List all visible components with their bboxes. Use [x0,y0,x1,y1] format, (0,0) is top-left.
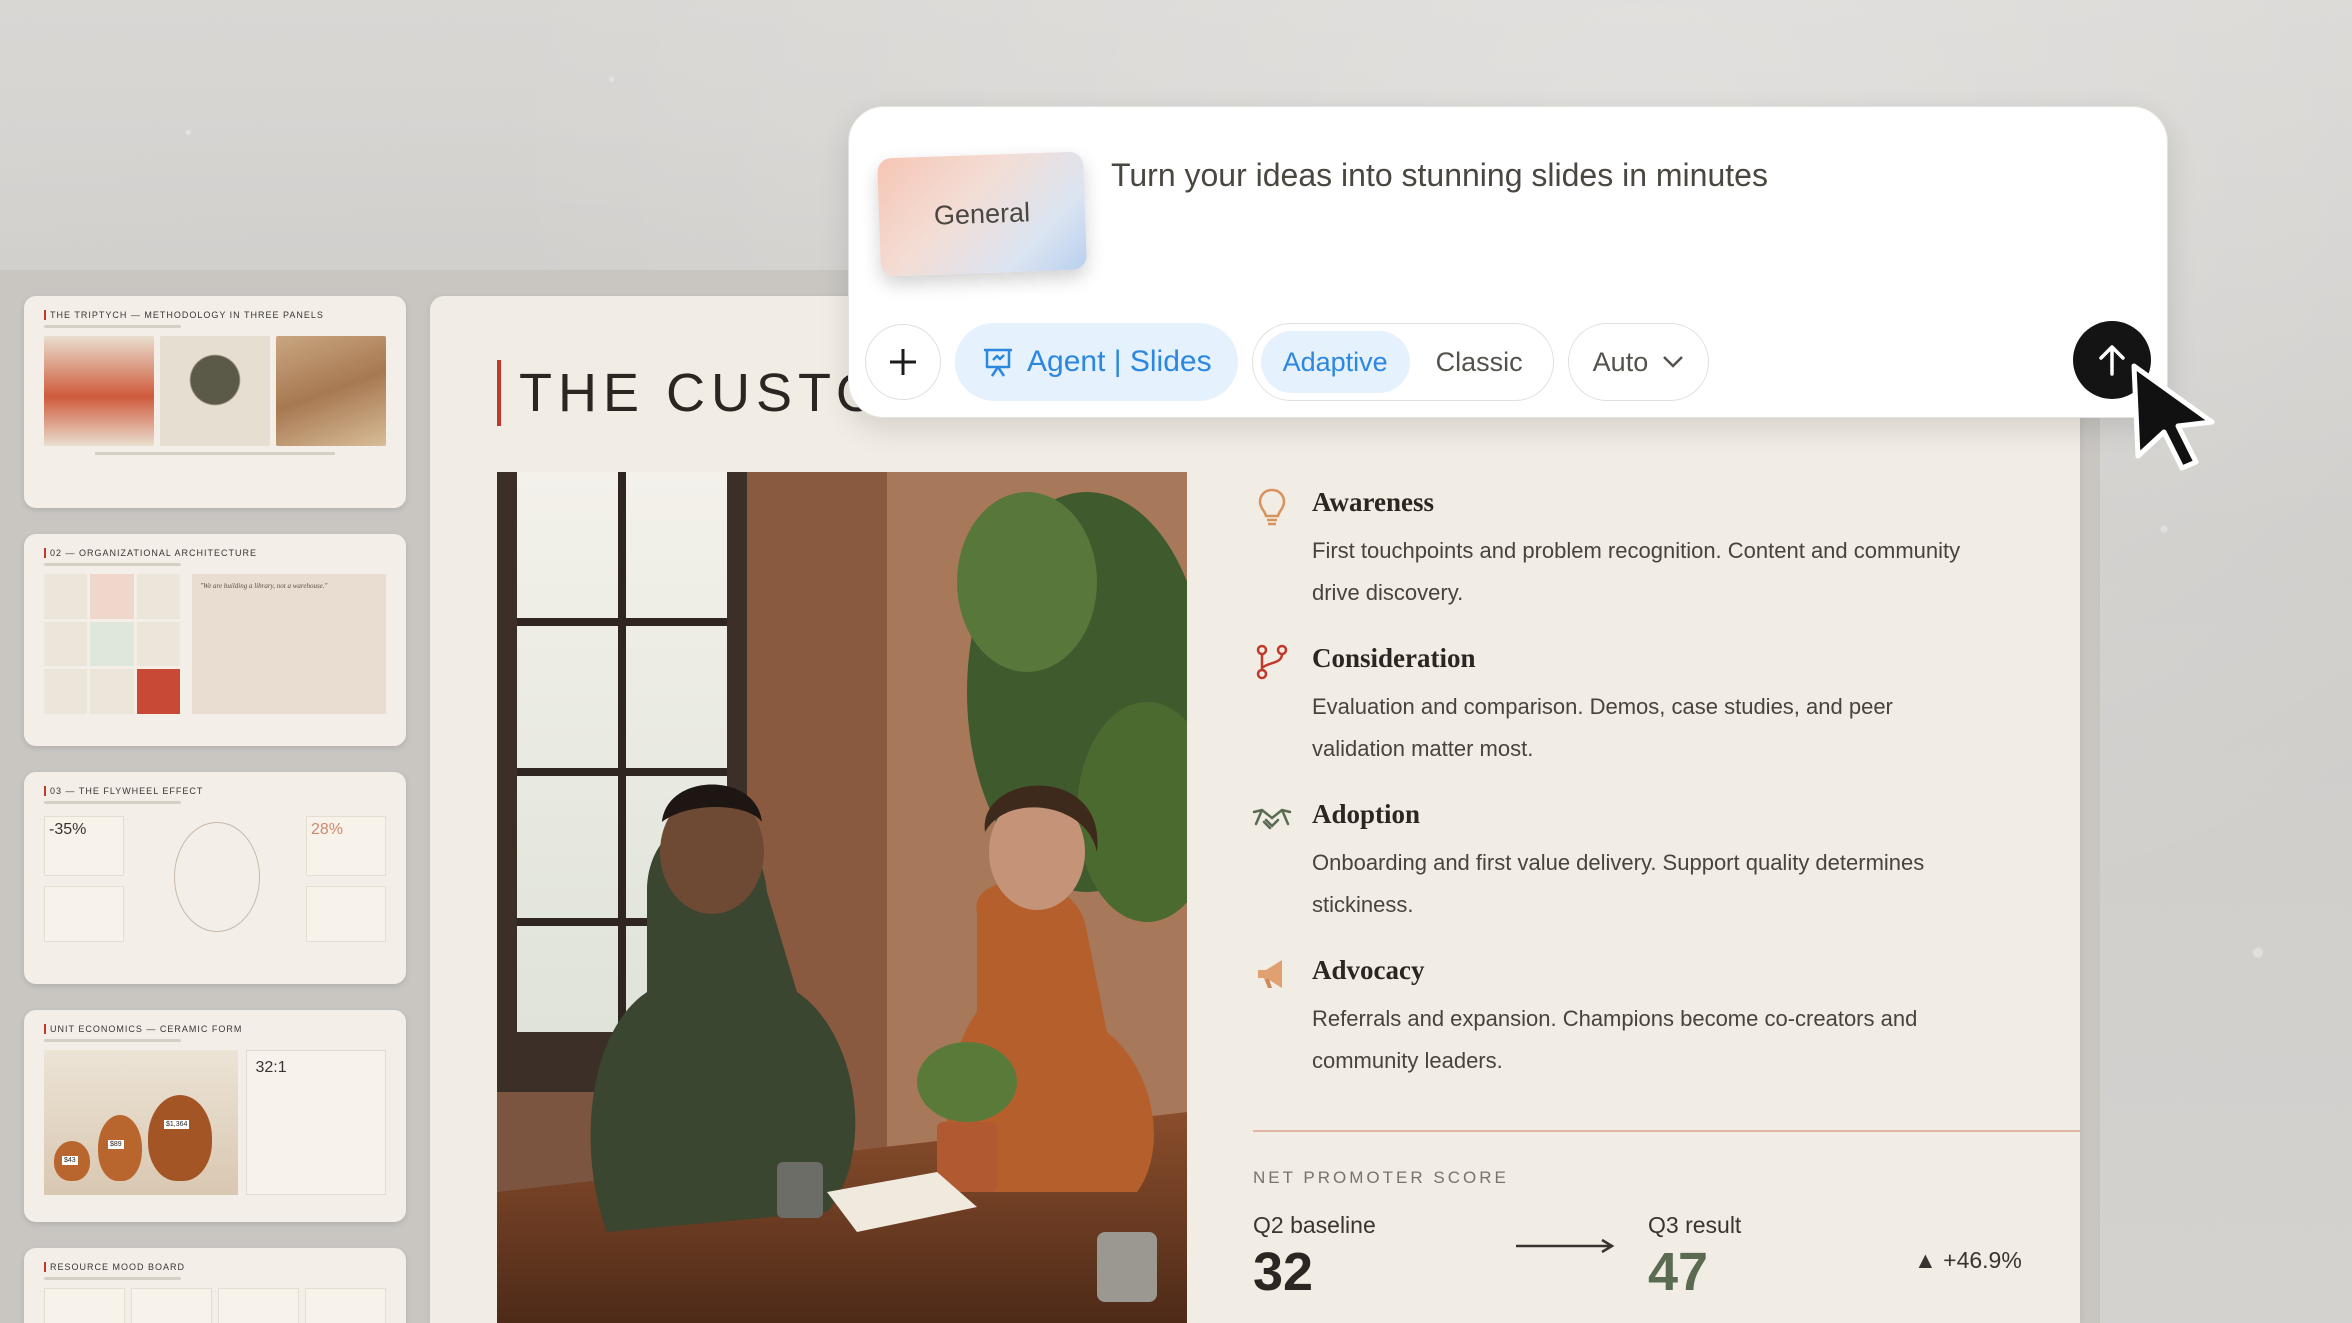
thumbnail-caption [95,452,335,455]
branch-icon [1250,640,1294,684]
style-option-classic[interactable]: Classic [1414,331,1545,393]
meeting-photo [497,472,1187,1323]
ceramic-image: $43 $89 $1,364 [44,1050,239,1195]
arrow-right-icon [1516,1238,1615,1254]
result-value: 47 [1648,1242,1709,1302]
style-option-adaptive[interactable]: Adaptive [1260,331,1410,393]
panel-image [44,336,154,446]
arrow-up-icon [2099,345,2125,376]
result-label: Q3 result [1648,1212,1742,1238]
thumbnail-subtitle [44,801,181,804]
general-mode-chip[interactable]: General [877,151,1087,277]
megaphone-icon [1250,952,1294,996]
plus-icon [890,349,916,375]
prompt-composer: General Turn your ideas into stunning sl… [848,106,2168,418]
mouse-cursor-icon [2131,363,2215,471]
thumbnail-subtitle [44,1277,181,1280]
auto-label: Auto [1592,346,1649,377]
thumbnail-title: UNIT ECONOMICS — CERAMIC FORM [44,1024,386,1034]
note-card [44,886,124,942]
price-tag: $43 [62,1156,78,1165]
org-grid: "We are building a library, not a wareho… [44,574,386,714]
stat-left: -35% [44,816,124,876]
stage-name: Consideration [1312,643,1476,673]
vase [148,1095,212,1181]
thumbnail-title: 03 — THE FLYWHEEL EFFECT [44,786,386,796]
slide-thumbnail-5[interactable]: RESOURCE MOOD BOARD [24,1248,406,1323]
nps-result: Q3 result 47 [1648,1212,1741,1303]
presentation-icon [984,348,1012,377]
lightbulb-icon [1250,484,1294,528]
prompt-input[interactable]: Turn your ideas into stunning slides in … [1111,157,1768,194]
stage-name: Awareness [1312,487,1434,517]
panel-image [276,336,386,446]
style-toggle: Adaptive Classic [1251,323,1554,401]
thumbnail-subtitle [44,325,181,328]
price-tag: $89 [108,1140,124,1149]
stage-advocacy: Advocacy Referrals and expansion. Champi… [1250,948,1990,1082]
ceramic-layout: $43 $89 $1,364 32:1 [44,1050,386,1195]
stage-name: Advocacy [1312,955,1425,985]
thumbnail-subtitle [44,563,181,566]
baseline-value: 32 [1253,1242,1314,1302]
thumbnail-subtitle [44,1039,181,1042]
stage-description: Referrals and expansion. Champions becom… [1312,1006,1918,1073]
flywheel-diagram: -35% 28% [44,812,386,952]
nps-delta: ▲ +46.9% [1914,1247,2022,1273]
nps-label: NET PROMOTER SCORE [1253,1168,1509,1187]
auto-dropdown[interactable]: Auto [1567,323,1710,401]
panel-image [160,336,270,446]
stage-description: Evaluation and comparison. Demos, case s… [1312,694,1893,761]
mood-cards [44,1288,386,1323]
stage-description: First touchpoints and problem recognitio… [1312,538,1961,605]
agent-slides-label: Agent | Slides [1027,345,1212,378]
ratio-panel: 32:1 [246,1050,386,1195]
thumbnail-title: RESOURCE MOOD BOARD [44,1262,386,1272]
nps-divider [1253,1130,2080,1132]
org-cells [44,574,181,714]
stage-adoption: Adoption Onboarding and first value deli… [1250,792,1990,926]
stage-description: Onboarding and first value delivery. Sup… [1312,850,1925,917]
prompt-toolbar: Agent | Slides Adaptive Classic Auto [865,323,1710,401]
slide-thumbnail-4[interactable]: UNIT ECONOMICS — CERAMIC FORM $43 $89 $1… [24,1010,406,1222]
slide-thumbnail-1[interactable]: THE TRIPTYCH — METHODOLOGY IN THREE PANE… [24,296,406,508]
agent-slides-button[interactable]: Agent | Slides [955,323,1238,401]
slide-title: THE CUSTO [497,360,884,426]
slide-thumbnail-2[interactable]: 02 — ORGANIZATIONAL ARCHITECTURE "We are… [24,534,406,746]
slide-thumbnail-3[interactable]: 03 — THE FLYWHEEL EFFECT -35% 28% [24,772,406,984]
slide-thumbnail-sidebar: THE TRIPTYCH — METHODOLOGY IN THREE PANE… [24,296,406,1323]
nps-baseline: Q2 baseline 32 [1253,1212,1376,1303]
thumbnail-title: THE TRIPTYCH — METHODOLOGY IN THREE PANE… [44,310,386,320]
stat-right: 28% [306,816,386,876]
triptych-panels [44,336,386,446]
price-tag: $1,364 [164,1120,190,1129]
stage-name: Adoption [1312,799,1421,829]
baseline-label: Q2 baseline [1253,1212,1376,1238]
journey-stages: Awareness First touchpoints and problem … [1250,480,1990,1104]
stage-awareness: Awareness First touchpoints and problem … [1250,480,1990,614]
ratio-value: 32:1 [255,1059,287,1076]
chevron-down-icon [1663,356,1684,368]
thumbnail-title: 02 — ORGANIZATIONAL ARCHITECTURE [44,548,386,558]
quote-block: "We are building a library, not a wareho… [192,574,386,714]
flywheel-circle [174,822,260,932]
stage-consideration: Consideration Evaluation and comparison.… [1250,636,1990,770]
add-button[interactable] [865,324,941,400]
note-card [306,886,386,942]
handshake-icon [1250,796,1294,840]
